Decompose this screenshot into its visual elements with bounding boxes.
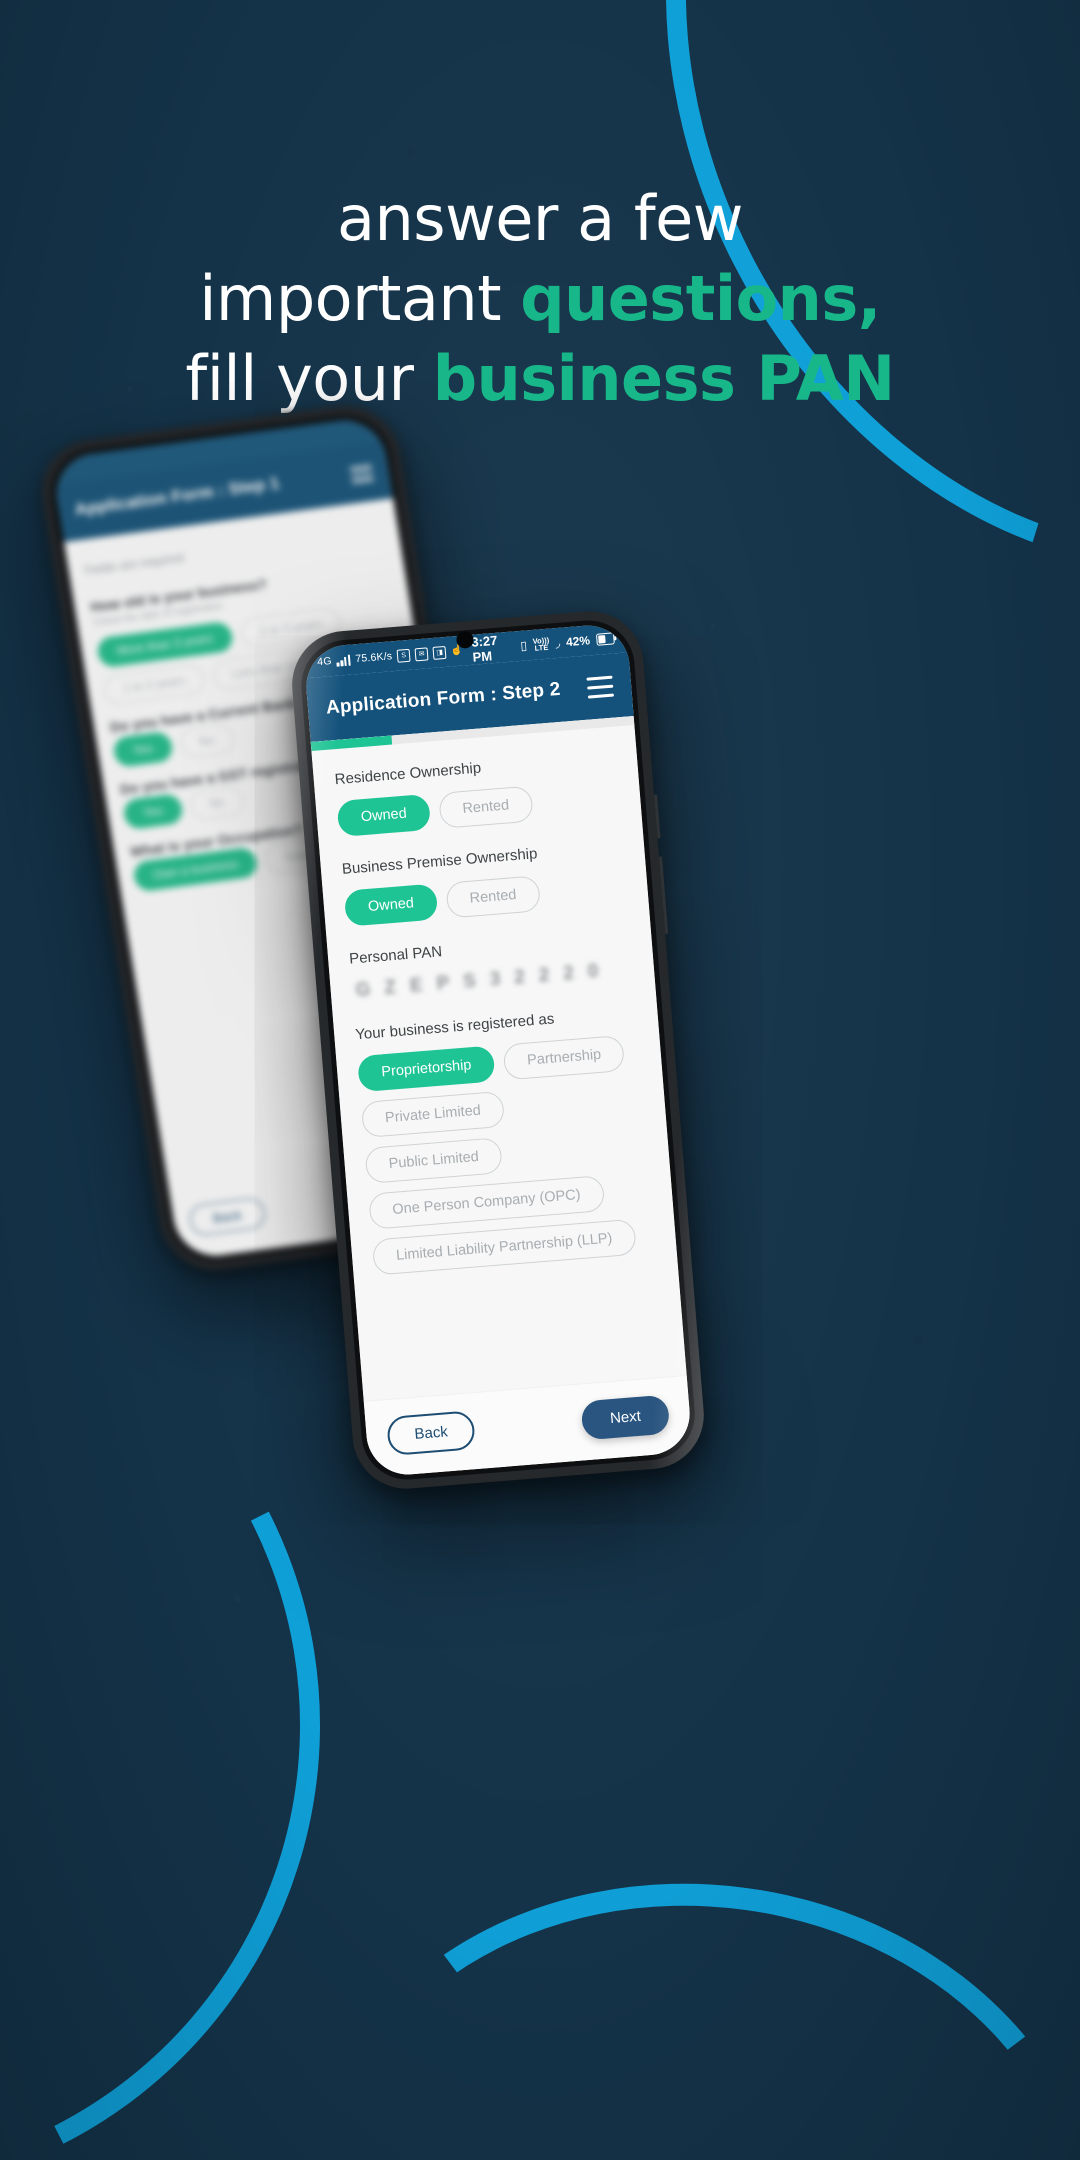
network-type-label: 4G xyxy=(316,655,333,669)
pan-character: Z xyxy=(383,977,397,999)
battery-percent-label: 42% xyxy=(565,633,591,650)
back-option-pill[interactable]: Yes xyxy=(121,792,184,831)
pan-input[interactable]: GZEPS32220 xyxy=(351,958,634,1003)
page-title: Application Form : Step 2 xyxy=(325,678,562,719)
back-header-title: Application Form : Step 1 xyxy=(73,473,281,520)
promo-headline: answer a few important questions, fill y… xyxy=(0,188,1080,428)
status-clock: 3:27 PM xyxy=(470,632,498,665)
data-speed-label: 75.6K/s xyxy=(354,650,393,666)
volte-bottom: LTE xyxy=(534,642,549,653)
headline-line-3-accent: business PAN xyxy=(432,342,895,415)
pan-character: G xyxy=(354,979,372,1002)
field-personal-pan: Personal PAN GZEPS32220 xyxy=(349,928,634,1002)
field-business-premise-ownership: Business Premise Ownership Owned Rented xyxy=(341,838,628,927)
phone-screen-step-2: 4G 75.6K/s S ✉ ◨ ☝ 3:27 PM ▯ Vo))) LTE ◞ xyxy=(303,622,693,1478)
field-residence-ownership: Residence Ownership Owned Rented xyxy=(334,749,621,838)
headline-line-2: important questions, xyxy=(0,268,1080,330)
field-business-registration: Your business is registered as Proprieto… xyxy=(355,1004,656,1276)
wifi-icon: ◞ xyxy=(554,635,561,651)
option-public-limited[interactable]: Public Limited xyxy=(364,1137,504,1184)
back-option-pill[interactable]: Yes xyxy=(111,730,174,769)
phone-mockup-step-2: 4G 75.6K/s S ✉ ◨ ☝ 3:27 PM ▯ Vo))) LTE ◞ xyxy=(288,607,708,1493)
option-group: Owned Rented xyxy=(336,779,621,838)
pan-character: E xyxy=(409,974,424,997)
headline-line-3: fill your business PAN xyxy=(0,348,1080,410)
hamburger-icon[interactable] xyxy=(586,675,614,699)
option-one-person-company[interactable]: One Person Company (OPC) xyxy=(368,1175,605,1230)
vibrate-icon: ▯ xyxy=(519,638,528,653)
status-bar-left: 4G 75.6K/s S ✉ ◨ ☝ xyxy=(317,644,463,669)
pan-character: 2 xyxy=(537,964,551,987)
pan-character: P xyxy=(435,972,451,995)
back-option-pill[interactable]: 1 to 2 years xyxy=(101,662,207,706)
headline-line-3-plain: fill your xyxy=(185,342,433,415)
option-partnership[interactable]: Partnership xyxy=(502,1034,626,1081)
headline-line-2-accent: questions, xyxy=(520,262,881,335)
option-llp[interactable]: Limited Liability Partnership (LLP) xyxy=(371,1218,637,1276)
hamburger-icon[interactable] xyxy=(349,464,375,487)
next-button[interactable]: Next xyxy=(580,1394,671,1441)
back-button[interactable]: Back xyxy=(386,1410,477,1457)
option-owned-residence[interactable]: Owned xyxy=(336,793,432,838)
mail-icon: ◨ xyxy=(432,645,447,660)
option-group: Proprietorship Partnership Private Limit… xyxy=(357,1034,656,1276)
option-rented-residence[interactable]: Rented xyxy=(438,785,534,829)
pan-character: 2 xyxy=(513,966,526,989)
message-icon: ✉ xyxy=(414,646,429,661)
battery-icon xyxy=(595,632,615,646)
headline-line-2-plain: important xyxy=(199,262,521,335)
headline-line-1: answer a few xyxy=(0,188,1080,250)
phone-bezel-front: 4G 75.6K/s S ✉ ◨ ☝ 3:27 PM ▯ Vo))) LTE ◞ xyxy=(297,616,699,1484)
pan-character: 2 xyxy=(562,962,575,985)
option-owned-premise[interactable]: Owned xyxy=(343,883,439,927)
option-private-limited[interactable]: Private Limited xyxy=(360,1090,506,1139)
pan-character: 0 xyxy=(586,960,600,983)
form-content: Residence Ownership Owned Rented Busines… xyxy=(310,716,693,1478)
option-group: Owned Rented xyxy=(343,868,628,927)
headline-line-1-text: answer a few xyxy=(336,182,744,255)
pan-character: 3 xyxy=(488,968,502,991)
back-option-pill[interactable]: No xyxy=(188,784,246,822)
back-option-pill[interactable]: No xyxy=(177,722,236,760)
pan-character: S xyxy=(462,970,477,993)
volte-icon: Vo))) LTE xyxy=(532,635,550,653)
option-rented-premise[interactable]: Rented xyxy=(445,875,541,919)
signal-bars-icon xyxy=(336,654,351,667)
screenshot-icon: S xyxy=(396,648,411,663)
form-scroll-area[interactable]: Residence Ownership Owned Rented Busines… xyxy=(311,725,686,1401)
option-proprietorship[interactable]: Proprietorship xyxy=(357,1045,496,1093)
